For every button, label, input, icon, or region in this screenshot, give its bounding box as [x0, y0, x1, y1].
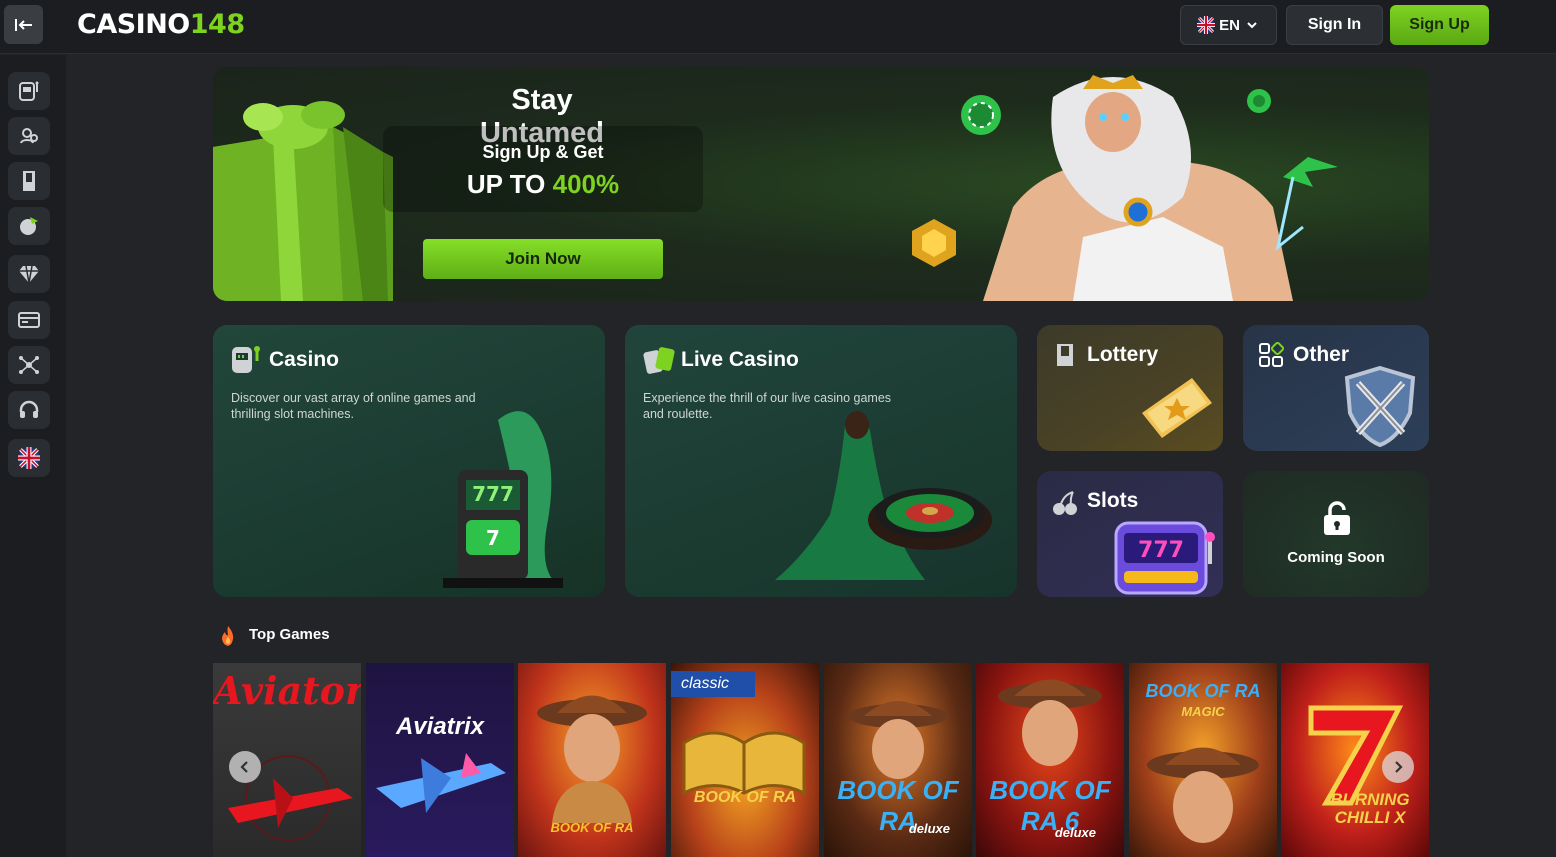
sidebar-item-network[interactable]	[8, 346, 50, 384]
ticket-icon	[1057, 344, 1073, 366]
top-games-title: Top Games	[249, 626, 330, 643]
sign-up-button[interactable]: Sign Up	[1390, 5, 1489, 45]
game-subtitle: deluxe	[908, 821, 950, 836]
sidebar-item-support[interactable]	[8, 391, 50, 429]
network-icon	[19, 356, 39, 374]
svg-text:7: 7	[486, 526, 500, 550]
sidebar-item-casino[interactable]	[8, 72, 50, 110]
fire-icon	[222, 626, 234, 646]
chevron-right-icon	[1395, 761, 1403, 773]
shield-swords-illustration	[1344, 365, 1416, 448]
sidebar-item-sports[interactable]	[8, 207, 50, 245]
logo-text: CASINO	[77, 9, 190, 40]
carousel-prev-button[interactable]	[229, 751, 261, 783]
sidebar-item-live-casino[interactable]	[8, 117, 50, 155]
explorer-illustration	[998, 679, 1102, 766]
game-card-book-of-ra-magic[interactable]: BOOK OF RA MAGIC	[1129, 663, 1277, 857]
category-title: Lottery	[1087, 343, 1159, 366]
game-title: BOOK OF RA	[1145, 681, 1261, 701]
explorer-illustration	[537, 695, 647, 823]
classic-tag: classic	[671, 671, 755, 697]
game-subtitle: MAGIC	[1181, 704, 1225, 719]
dragon-slot-illustration: 777 7	[443, 411, 563, 588]
game-card-aviatrix[interactable]: Aviatrix	[366, 663, 514, 857]
coming-soon-label: Coming Soon	[1287, 549, 1385, 566]
dealer-icon	[20, 128, 38, 144]
game-title: Aviatrix	[395, 713, 485, 740]
category-title: Slots	[1087, 489, 1139, 512]
uk-flag-icon	[1197, 16, 1216, 34]
sidebar	[0, 55, 66, 857]
sidebar-item-vip[interactable]	[8, 255, 50, 293]
wallet-icon	[18, 312, 40, 328]
svg-text:777: 777	[1138, 538, 1184, 563]
chevron-down-icon	[1247, 22, 1257, 29]
unlock-icon	[1324, 501, 1350, 535]
sign-in-button[interactable]: Sign In	[1286, 5, 1383, 45]
slot-777-illustration: 777	[1114, 521, 1215, 595]
gift-box-illustration	[213, 101, 393, 301]
category-lottery[interactable]: Lottery	[1037, 325, 1223, 451]
site-logo[interactable]: CASINO 148	[77, 9, 245, 40]
sports-ball-icon	[20, 217, 38, 235]
sidebar-item-language[interactable]	[8, 439, 50, 477]
headset-icon	[19, 400, 39, 418]
category-title: Live Casino	[681, 348, 799, 371]
category-title: Casino	[269, 348, 340, 371]
golden-ticket-illustration	[1142, 378, 1212, 438]
game-card-book-of-ra[interactable]: BOOK OF RA	[518, 663, 666, 857]
cherries-icon	[1053, 491, 1077, 515]
chevron-left-icon	[240, 761, 248, 773]
game-subtitle: deluxe	[1054, 825, 1096, 840]
game-title: Aviator	[213, 668, 361, 713]
zeus-illustration	[983, 75, 1338, 301]
offer-box: Sign Up & Get UP TO 400%	[383, 126, 703, 212]
ticket-icon	[23, 171, 35, 191]
uk-flag-icon	[18, 447, 40, 469]
carousel-next-button[interactable]	[1382, 751, 1414, 783]
explorer-illustration	[1147, 747, 1259, 843]
game-title: BOOK OF RA	[550, 820, 634, 835]
category-coming-soon: Coming Soon	[1243, 471, 1429, 597]
grid-apps-icon	[1259, 342, 1284, 367]
join-now-button[interactable]: Join Now	[423, 239, 663, 279]
logo-accent: 148	[189, 9, 245, 40]
gold-coin-icon	[912, 219, 956, 267]
offer-prefix: UP TO	[466, 169, 553, 199]
collapse-sidebar-button[interactable]	[4, 5, 43, 44]
sidebar-item-lottery[interactable]	[8, 162, 50, 200]
playing-cards-icon	[643, 347, 675, 374]
category-slots[interactable]: Slots 777	[1037, 471, 1223, 597]
language-label: EN	[1219, 16, 1240, 34]
promo-banner: Stay Untamed Sign Up & Get UP TO 400% Jo…	[213, 67, 1429, 301]
sidebar-item-payments[interactable]	[8, 301, 50, 339]
game-title: BURNING CHILLI X	[1330, 790, 1410, 827]
top-header: CASINO 148 EN Sign In Sign Up	[0, 0, 1556, 54]
croupier-roulette-illustration	[775, 411, 992, 580]
offer-line-1: Sign Up & Get	[482, 142, 604, 162]
game-title: BOOK OF RA	[693, 789, 797, 806]
game-card-book-of-ra-6[interactable]: BOOK OF RA 6 deluxe	[976, 663, 1124, 857]
blue-plane-illustration	[376, 753, 506, 813]
language-selector[interactable]: EN	[1180, 5, 1277, 45]
svg-text:777: 777	[472, 482, 514, 506]
diamond-icon	[19, 265, 39, 284]
game-card-book-of-ra-classic[interactable]: classic BOOK OF RA	[671, 663, 819, 857]
category-live-casino[interactable]: Live Casino Experience the thrill of our…	[625, 325, 1017, 597]
collapse-arrow-icon	[14, 18, 32, 31]
category-casino[interactable]: Casino Discover our vast array of online…	[213, 325, 605, 597]
slot-machine-icon	[232, 346, 260, 373]
offer-value: 400%	[552, 169, 620, 199]
slot-machine-icon	[19, 81, 39, 101]
offer-line-2: UP TO 400%	[383, 169, 703, 200]
game-card-book-of-ra-deluxe[interactable]: BOOK OF RA deluxe	[824, 663, 972, 857]
category-other[interactable]: Other	[1243, 325, 1429, 451]
